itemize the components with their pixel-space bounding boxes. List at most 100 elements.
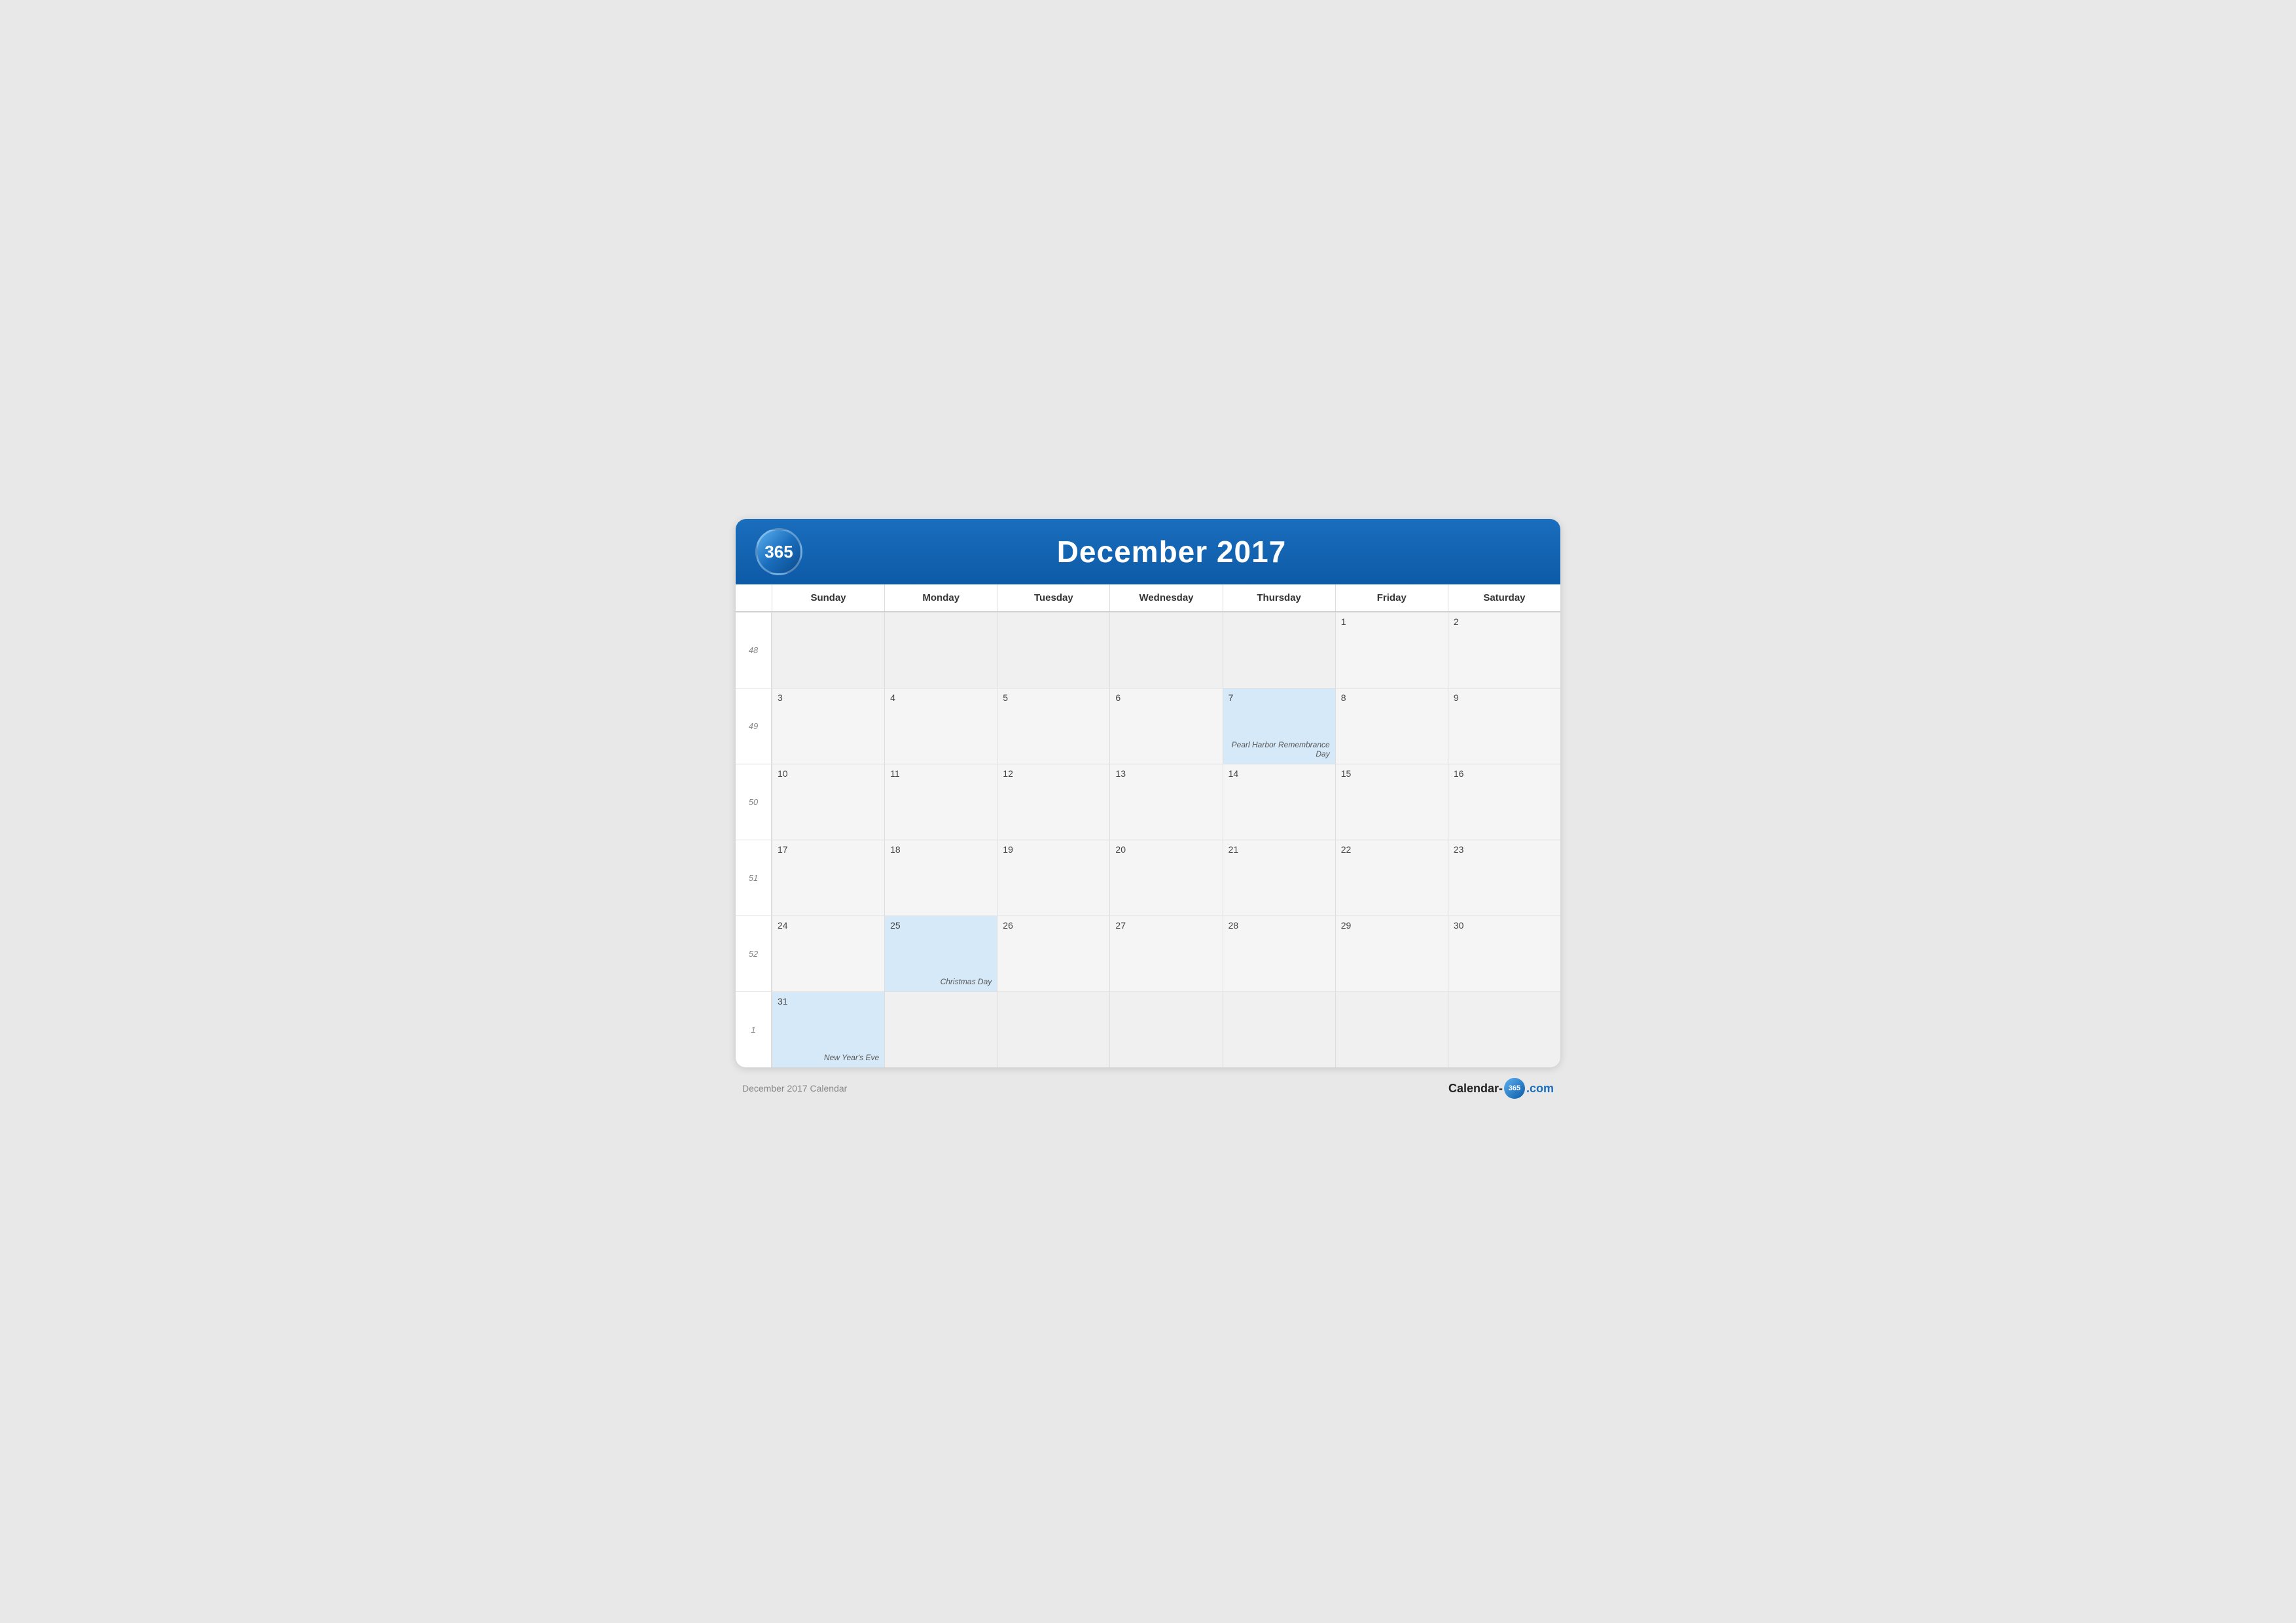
day-header-friday: Friday bbox=[1335, 584, 1448, 611]
day-number: 10 bbox=[778, 768, 879, 779]
day-header-thursday: Thursday bbox=[1223, 584, 1335, 611]
day-number: 11 bbox=[890, 768, 992, 779]
day-cell[interactable]: 22 bbox=[1335, 840, 1448, 916]
day-number: 23 bbox=[1454, 844, 1555, 855]
day-cell[interactable]: 7 Pearl Harbor Remembrance Day bbox=[1223, 688, 1335, 764]
calendar-row: 50 10 11 12 13 14 15 16 bbox=[736, 764, 1560, 840]
day-number: 14 bbox=[1229, 768, 1330, 779]
days-header: SundayMondayTuesdayWednesdayThursdayFrid… bbox=[736, 584, 1560, 612]
day-cell[interactable]: 11 bbox=[884, 764, 997, 840]
day-cell[interactable]: 8 bbox=[1335, 688, 1448, 764]
day-number: 13 bbox=[1115, 768, 1217, 779]
day-cell[interactable] bbox=[884, 613, 997, 688]
day-cell[interactable]: 25Christmas Day bbox=[884, 916, 997, 991]
day-number: 20 bbox=[1115, 844, 1217, 855]
footer-logo-circle: 365 bbox=[1504, 1078, 1525, 1099]
day-cell[interactable]: 4 bbox=[884, 688, 997, 764]
day-number: 8 bbox=[1341, 692, 1443, 703]
day-number: 29 bbox=[1341, 920, 1443, 931]
day-number: 17 bbox=[778, 844, 879, 855]
day-cell[interactable]: 23 bbox=[1448, 840, 1560, 916]
footer-logo-post: .com bbox=[1526, 1082, 1554, 1096]
week-number: 50 bbox=[736, 764, 772, 840]
calendar-row: 52 24 25Christmas Day 26 27 28 29 30 bbox=[736, 916, 1560, 991]
day-cell[interactable] bbox=[1223, 992, 1335, 1067]
calendar-container: 365 December 2017 SundayMondayTuesdayWed… bbox=[736, 519, 1560, 1067]
day-number: 5 bbox=[1003, 692, 1104, 703]
footer-caption: December 2017 Calendar bbox=[742, 1083, 847, 1094]
day-cell[interactable]: 9 bbox=[1448, 688, 1560, 764]
day-cell[interactable]: 27 bbox=[1109, 916, 1222, 991]
day-cell[interactable] bbox=[997, 613, 1109, 688]
day-number: 31 bbox=[778, 996, 879, 1007]
day-cell[interactable]: 5 bbox=[997, 688, 1109, 764]
day-number: 12 bbox=[1003, 768, 1104, 779]
logo-circle: 365 bbox=[755, 528, 802, 575]
day-cell[interactable] bbox=[1109, 992, 1222, 1067]
calendar-row: 4934567Pearl Harbor Remembrance Day89 bbox=[736, 688, 1560, 764]
day-cell[interactable]: 30 bbox=[1448, 916, 1560, 991]
day-cell[interactable]: 10 bbox=[772, 764, 884, 840]
day-number: 15 bbox=[1341, 768, 1443, 779]
day-number: 2 bbox=[1454, 616, 1555, 627]
day-cell[interactable]: 6 bbox=[1109, 688, 1222, 764]
day-number: 22 bbox=[1341, 844, 1443, 855]
day-cell[interactable]: 16 bbox=[1448, 764, 1560, 840]
logo-text: 365 bbox=[764, 542, 793, 562]
day-cell[interactable]: 13 bbox=[1109, 764, 1222, 840]
calendar-row: 51 17 18 19 20 21 22 23 bbox=[736, 840, 1560, 916]
day-header-tuesday: Tuesday bbox=[997, 584, 1109, 611]
day-number: 24 bbox=[778, 920, 879, 931]
day-number: 6 bbox=[1115, 692, 1217, 703]
day-number: 26 bbox=[1003, 920, 1104, 931]
calendar-row: 4812 bbox=[736, 612, 1560, 688]
day-cell[interactable] bbox=[1335, 992, 1448, 1067]
day-cell[interactable]: 1 bbox=[1335, 613, 1448, 688]
week-number: 52 bbox=[736, 916, 772, 991]
day-cell[interactable] bbox=[1448, 992, 1560, 1067]
calendar-row: 131New Year's Eve bbox=[736, 991, 1560, 1067]
calendar-body: SundayMondayTuesdayWednesdayThursdayFrid… bbox=[736, 584, 1560, 1067]
day-number: 1 bbox=[1341, 616, 1443, 627]
day-cell[interactable]: 26 bbox=[997, 916, 1109, 991]
day-cell[interactable]: 29 bbox=[1335, 916, 1448, 991]
day-cell[interactable]: 17 bbox=[772, 840, 884, 916]
day-number: 30 bbox=[1454, 920, 1555, 931]
day-cell[interactable]: 3 bbox=[772, 688, 884, 764]
day-number: 3 bbox=[778, 692, 879, 703]
day-cell[interactable] bbox=[997, 992, 1109, 1067]
day-cell[interactable]: 14 bbox=[1223, 764, 1335, 840]
day-cell[interactable] bbox=[884, 992, 997, 1067]
day-cell[interactable]: 31 New Year's Eve bbox=[772, 992, 884, 1067]
day-cell[interactable]: 12 bbox=[997, 764, 1109, 840]
day-number: 21 bbox=[1229, 844, 1330, 855]
day-header-wednesday: Wednesday bbox=[1109, 584, 1222, 611]
day-number: 7 bbox=[1229, 692, 1330, 703]
day-cell[interactable] bbox=[772, 613, 884, 688]
day-number: 4 bbox=[890, 692, 992, 703]
calendar-grid: 48124934567Pearl Harbor Remembrance Day8… bbox=[736, 612, 1560, 1067]
day-header-sunday: Sunday bbox=[772, 584, 884, 611]
holiday-label: Pearl Harbor Remembrance Day bbox=[1223, 740, 1330, 758]
day-number: 9 bbox=[1454, 692, 1555, 703]
holiday-label: Christmas Day bbox=[941, 977, 992, 986]
day-cell[interactable]: 24 bbox=[772, 916, 884, 991]
day-number: 27 bbox=[1115, 920, 1217, 931]
day-cell[interactable]: 20 bbox=[1109, 840, 1222, 916]
footer-logo-pre: Calendar- bbox=[1448, 1082, 1503, 1096]
day-header-monday: Monday bbox=[884, 584, 997, 611]
day-cell[interactable]: 18 bbox=[884, 840, 997, 916]
week-number: 51 bbox=[736, 840, 772, 916]
day-header-saturday: Saturday bbox=[1448, 584, 1560, 611]
day-cell[interactable] bbox=[1223, 613, 1335, 688]
footer-logo: Calendar- 365 .com bbox=[1448, 1078, 1554, 1099]
day-cell[interactable]: 19 bbox=[997, 840, 1109, 916]
day-cell[interactable]: 21 bbox=[1223, 840, 1335, 916]
day-number: 18 bbox=[890, 844, 992, 855]
day-cell[interactable] bbox=[1109, 613, 1222, 688]
day-cell[interactable]: 2 bbox=[1448, 613, 1560, 688]
day-number: 19 bbox=[1003, 844, 1104, 855]
day-cell[interactable]: 28 bbox=[1223, 916, 1335, 991]
holiday-label: New Year's Eve bbox=[824, 1053, 879, 1062]
day-cell[interactable]: 15 bbox=[1335, 764, 1448, 840]
